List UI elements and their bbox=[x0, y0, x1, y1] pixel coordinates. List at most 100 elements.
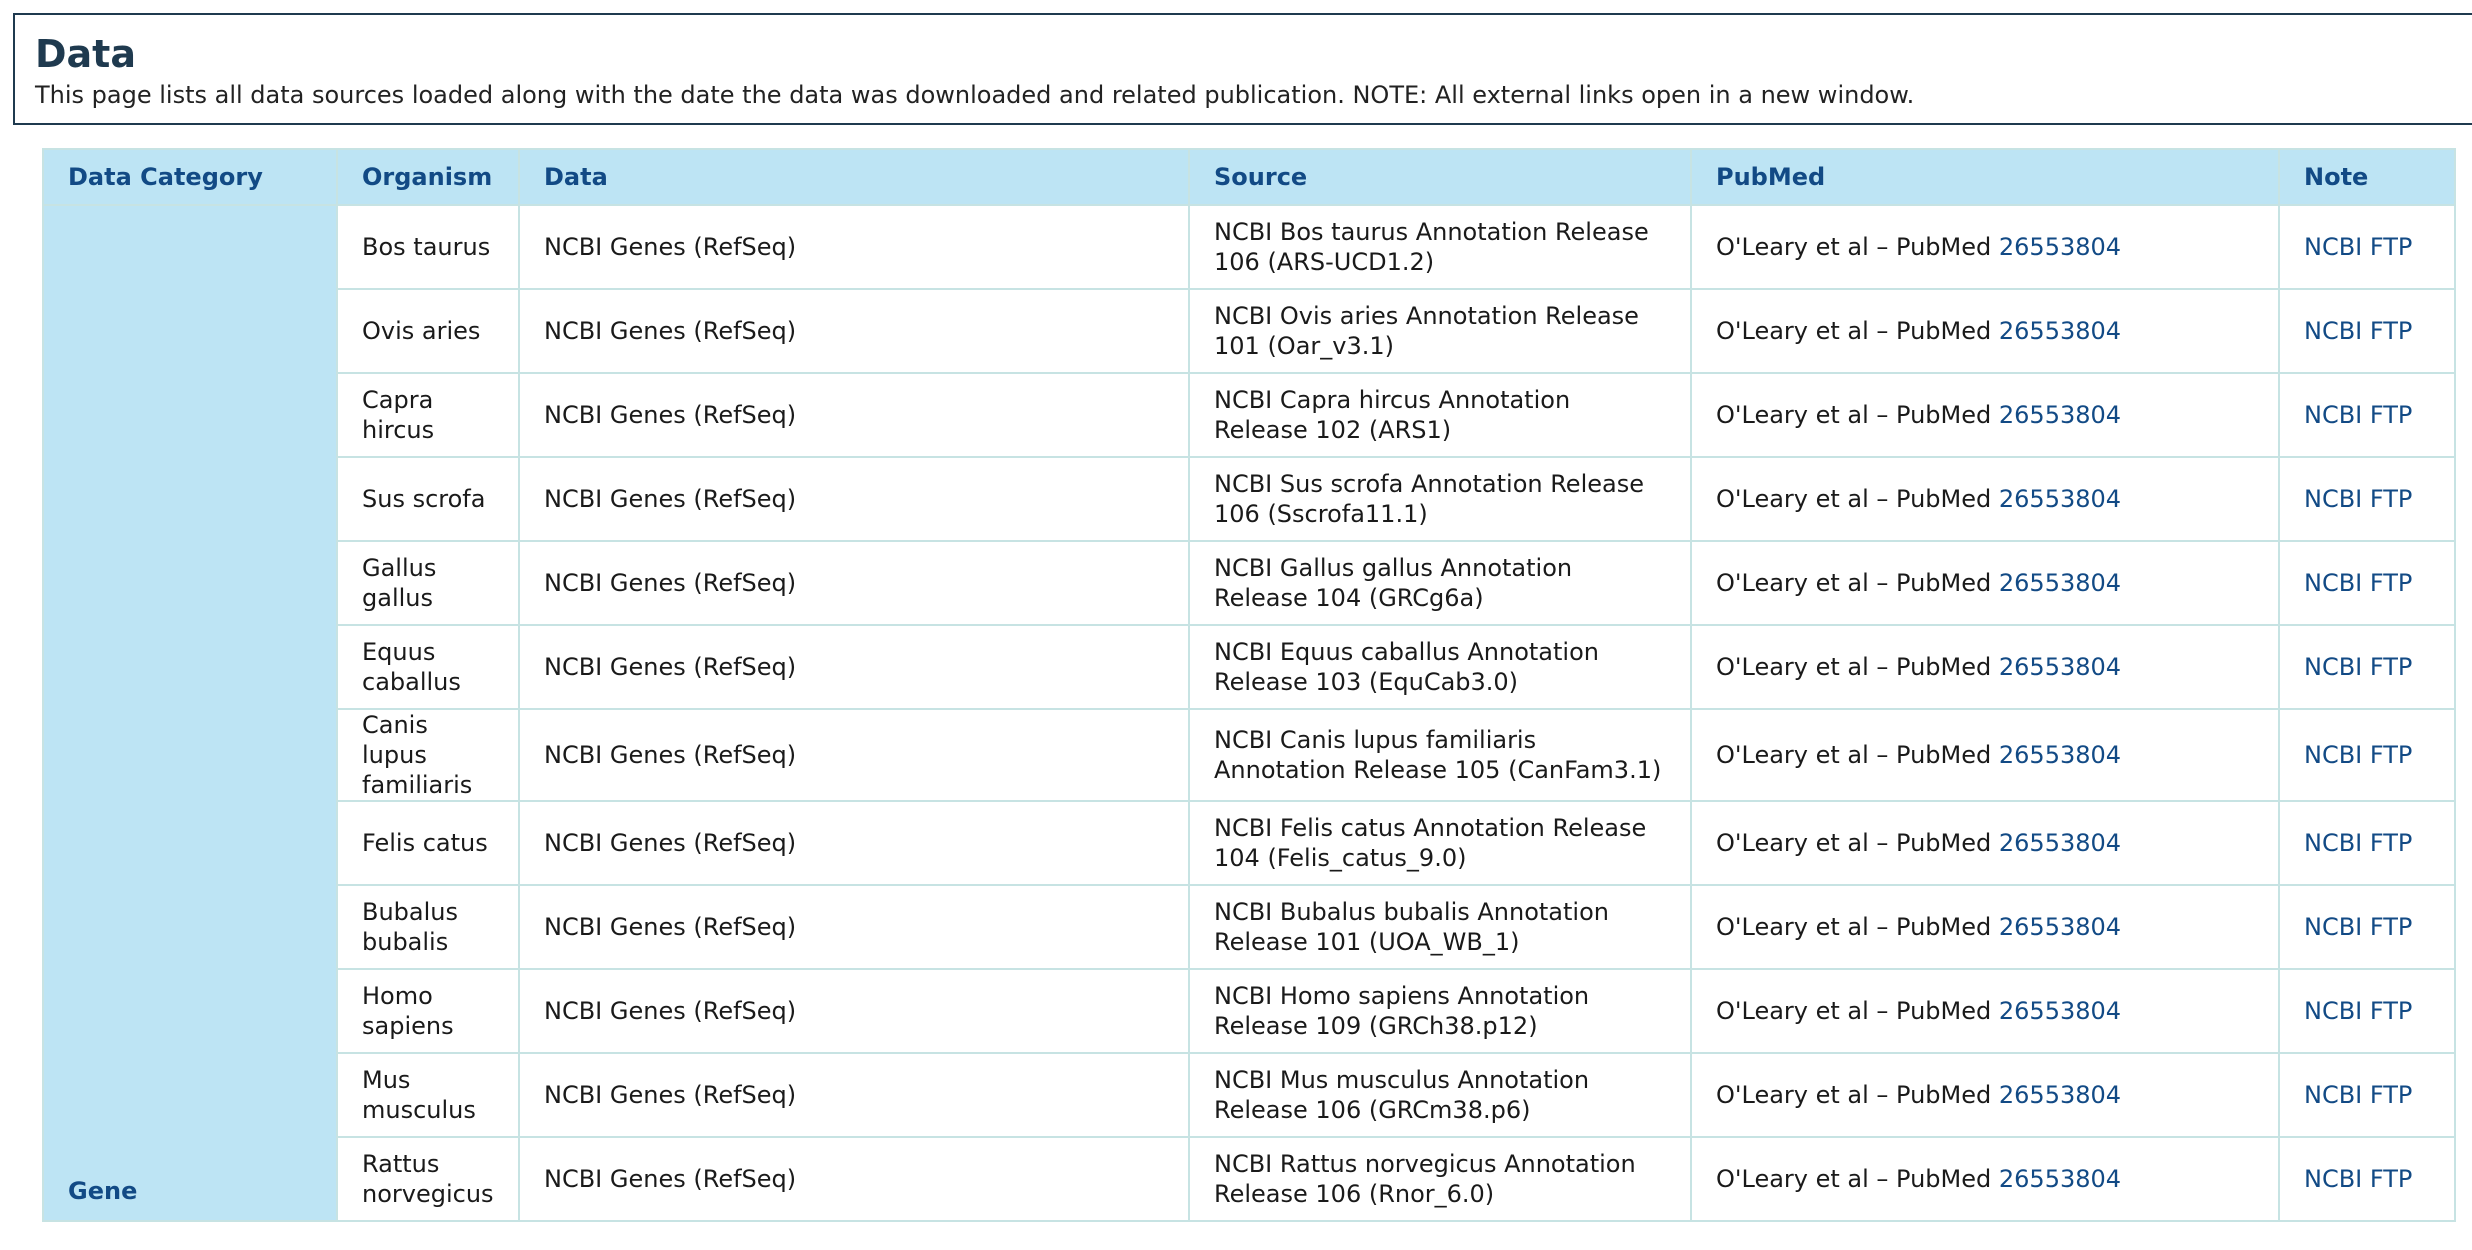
ncbi-ftp-link[interactable]: NCBI FTP bbox=[2304, 569, 2412, 597]
pubmed-id-link[interactable]: 26553804 bbox=[1999, 997, 2121, 1025]
pubmed-cell: O'Leary et al – PubMed 26553804 bbox=[1690, 456, 2280, 542]
ncbi-ftp-link[interactable]: NCBI FTP bbox=[2304, 485, 2412, 513]
source-cell: NCBI Bos taurus Annotation Release 106 (… bbox=[1188, 204, 1692, 290]
note-cell: NCBI FTP bbox=[2278, 456, 2456, 542]
ncbi-ftp-link[interactable]: NCBI FTP bbox=[2304, 401, 2412, 429]
pubmed-id-link[interactable]: 26553804 bbox=[1999, 913, 2121, 941]
header-source[interactable]: Source bbox=[1188, 148, 1692, 206]
pubmed-cell: O'Leary et al – PubMed 26553804 bbox=[1690, 884, 2280, 970]
note-cell: NCBI FTP bbox=[2278, 708, 2456, 802]
pubmed-citation: O'Leary et al – PubMed bbox=[1716, 1165, 1992, 1193]
ncbi-ftp-link[interactable]: NCBI FTP bbox=[2304, 653, 2412, 681]
pubmed-id-link[interactable]: 26553804 bbox=[1999, 1165, 2121, 1193]
ncbi-ftp-link[interactable]: NCBI FTP bbox=[2304, 741, 2412, 769]
header-data[interactable]: Data bbox=[518, 148, 1190, 206]
ncbi-ftp-link[interactable]: NCBI FTP bbox=[2304, 913, 2412, 941]
source-cell: NCBI Equus caballus Annotation Release 1… bbox=[1188, 624, 1692, 710]
pubmed-cell: O'Leary et al – PubMed 26553804 bbox=[1690, 204, 2280, 290]
data-cell: NCBI Genes (RefSeq) bbox=[518, 800, 1190, 886]
ncbi-ftp-link[interactable]: NCBI FTP bbox=[2304, 1165, 2412, 1193]
pubmed-citation: O'Leary et al – PubMed bbox=[1716, 829, 1992, 857]
table-row: Capra hircus NCBI Genes (RefSeq) NCBI Capr… bbox=[43, 372, 2456, 458]
category-cell: Gene bbox=[42, 204, 338, 1222]
ncbi-ftp-link[interactable]: NCBI FTP bbox=[2304, 997, 2412, 1025]
pubmed-cell: O'Leary et al – PubMed 26553804 bbox=[1690, 540, 2280, 626]
ncbi-ftp-link[interactable]: NCBI FTP bbox=[2304, 317, 2412, 345]
pubmed-id-link[interactable]: 26553804 bbox=[1999, 741, 2121, 769]
note-cell: NCBI FTP bbox=[2278, 540, 2456, 626]
organism-cell: Bubalus bubalis bbox=[336, 884, 520, 970]
source-cell: NCBI Canis lupus familiaris Annotation R… bbox=[1188, 708, 1692, 802]
organism-cell: Sus scrofa bbox=[336, 456, 520, 542]
pubmed-id-link[interactable]: 26553804 bbox=[1999, 401, 2121, 429]
page-description: This page lists all data sources loaded … bbox=[35, 81, 1915, 109]
page-header: Data This page lists all data sources lo… bbox=[13, 13, 2472, 125]
pubmed-id-link[interactable]: 26553804 bbox=[1999, 233, 2121, 261]
ncbi-ftp-link[interactable]: NCBI FTP bbox=[2304, 233, 2412, 261]
organism-cell: Equus caballus bbox=[336, 624, 520, 710]
header-note[interactable]: Note bbox=[2278, 148, 2456, 206]
note-cell: NCBI FTP bbox=[2278, 800, 2456, 886]
organism-cell: Rattus norvegicus bbox=[336, 1136, 520, 1222]
pubmed-cell: O'Leary et al – PubMed 26553804 bbox=[1690, 800, 2280, 886]
pubmed-citation: O'Leary et al – PubMed bbox=[1716, 1081, 1992, 1109]
note-cell: NCBI FTP bbox=[2278, 1052, 2456, 1138]
header-pubmed[interactable]: PubMed bbox=[1690, 148, 2280, 206]
table-row: Ovis aries NCBI Genes (RefSeq) NCBI Ovis a… bbox=[43, 288, 2456, 374]
source-cell: NCBI Rattus norvegicus Annotation Releas… bbox=[1188, 1136, 1692, 1222]
data-cell: NCBI Genes (RefSeq) bbox=[518, 624, 1190, 710]
table-row: Gallus gallus NCBI Genes (RefSeq) NCBI Gal… bbox=[43, 540, 2456, 626]
pubmed-cell: O'Leary et al – PubMed 26553804 bbox=[1690, 1052, 2280, 1138]
ncbi-ftp-link[interactable]: NCBI FTP bbox=[2304, 829, 2412, 857]
table-header-row: Data Category Organism Data Source PubMe… bbox=[42, 148, 2456, 206]
pubmed-id-link[interactable]: 26553804 bbox=[1999, 317, 2121, 345]
category-label-gene[interactable]: Gene bbox=[68, 1177, 137, 1205]
pubmed-citation: O'Leary et al – PubMed bbox=[1716, 913, 1992, 941]
source-cell: NCBI Ovis aries Annotation Release 101 (… bbox=[1188, 288, 1692, 374]
pubmed-citation: O'Leary et al – PubMed bbox=[1716, 317, 1992, 345]
pubmed-citation: O'Leary et al – PubMed bbox=[1716, 401, 1992, 429]
data-cell: NCBI Genes (RefSeq) bbox=[518, 540, 1190, 626]
note-cell: NCBI FTP bbox=[2278, 624, 2456, 710]
data-cell: NCBI Genes (RefSeq) bbox=[518, 884, 1190, 970]
pubmed-citation: O'Leary et al – PubMed bbox=[1716, 741, 1992, 769]
table-row: Equus caballus NCBI Genes (RefSeq) NCBI Eq… bbox=[43, 624, 2456, 710]
note-cell: NCBI FTP bbox=[2278, 204, 2456, 290]
source-cell: NCBI Gallus gallus Annotation Release 10… bbox=[1188, 540, 1692, 626]
pubmed-cell: O'Leary et al – PubMed 26553804 bbox=[1690, 708, 2280, 802]
pubmed-id-link[interactable]: 26553804 bbox=[1999, 829, 2121, 857]
pubmed-citation: O'Leary et al – PubMed bbox=[1716, 485, 1992, 513]
pubmed-citation: O'Leary et al – PubMed bbox=[1716, 997, 1992, 1025]
header-organism[interactable]: Organism bbox=[336, 148, 520, 206]
ncbi-ftp-link[interactable]: NCBI FTP bbox=[2304, 1081, 2412, 1109]
table-body: Gene Bos taurus NCBI Genes (RefSeq) NCBI Bo… bbox=[42, 204, 2456, 1222]
pubmed-id-link[interactable]: 26553804 bbox=[1999, 569, 2121, 597]
pubmed-citation: O'Leary et al – PubMed bbox=[1716, 569, 1992, 597]
source-cell: NCBI Bubalus bubalis Annotation Release … bbox=[1188, 884, 1692, 970]
data-cell: NCBI Genes (RefSeq) bbox=[518, 204, 1190, 290]
table-row: Felis catus NCBI Genes (RefSeq) NCBI Felis… bbox=[43, 800, 2456, 886]
pubmed-id-link[interactable]: 26553804 bbox=[1999, 1081, 2121, 1109]
pubmed-citation: O'Leary et al – PubMed bbox=[1716, 233, 1992, 261]
pubmed-cell: O'Leary et al – PubMed 26553804 bbox=[1690, 288, 2280, 374]
table-row: Rattus norvegicus NCBI Genes (RefSeq) NCBI… bbox=[43, 1136, 2456, 1222]
organism-cell: Felis catus bbox=[336, 800, 520, 886]
data-sources-table: Data Category Organism Data Source PubMe… bbox=[42, 148, 2456, 1222]
page-title: Data bbox=[35, 32, 136, 76]
header-data-category[interactable]: Data Category bbox=[42, 148, 338, 206]
organism-cell: Mus musculus bbox=[336, 1052, 520, 1138]
data-cell: NCBI Genes (RefSeq) bbox=[518, 456, 1190, 542]
note-cell: NCBI FTP bbox=[2278, 884, 2456, 970]
pubmed-citation: O'Leary et al – PubMed bbox=[1716, 653, 1992, 681]
organism-cell: Canis lupus familiaris bbox=[336, 708, 520, 802]
pubmed-cell: O'Leary et al – PubMed 26553804 bbox=[1690, 968, 2280, 1054]
organism-cell: Gallus gallus bbox=[336, 540, 520, 626]
source-cell: NCBI Felis catus Annotation Release 104 … bbox=[1188, 800, 1692, 886]
data-cell: NCBI Genes (RefSeq) bbox=[518, 372, 1190, 458]
note-cell: NCBI FTP bbox=[2278, 288, 2456, 374]
pubmed-id-link[interactable]: 26553804 bbox=[1999, 485, 2121, 513]
source-cell: NCBI Homo sapiens Annotation Release 109… bbox=[1188, 968, 1692, 1054]
pubmed-id-link[interactable]: 26553804 bbox=[1999, 653, 2121, 681]
pubmed-cell: O'Leary et al – PubMed 26553804 bbox=[1690, 372, 2280, 458]
table-row: Canis lupus familiaris NCBI Genes (RefSeq… bbox=[43, 708, 2456, 802]
